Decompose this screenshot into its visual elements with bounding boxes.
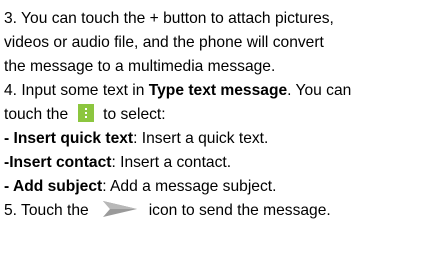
option2-label: -Insert contact — [4, 154, 112, 171]
step5-line: 5. Touch the icon to send the message. — [4, 199, 432, 223]
step3-line2: videos or audio file, and the phone will… — [4, 31, 432, 55]
option1-desc: : Insert a quick text. — [133, 130, 269, 147]
step4-line2: touch the to select: — [4, 103, 432, 127]
option-insert-contact: -Insert contact: Insert a contact. — [4, 151, 432, 175]
step5-suffix: icon to send the message. — [148, 202, 331, 219]
step4-prefix: 4. Input some text in — [4, 82, 149, 99]
step4-line2-prefix: touch the — [4, 106, 69, 123]
step3-text-3: the message to a multimedia message. — [4, 58, 276, 75]
menu-dots-icon — [78, 104, 95, 122]
send-arrow-icon — [102, 201, 137, 217]
option-insert-quick-text: - Insert quick text: Insert a quick text… — [4, 127, 432, 151]
option-add-subject: - Add subject: Add a message subject. — [4, 175, 432, 199]
manual-page: 3. You can touch the + button to attach … — [0, 0, 432, 262]
step3-line3: the message to a multimedia message. — [4, 55, 432, 79]
step5-prefix: 5. Touch the — [4, 202, 89, 219]
option1-label: - Insert quick text — [4, 130, 134, 147]
step4-bold: Type text message — [148, 82, 288, 99]
step4-line2-suffix: to select: — [103, 106, 166, 123]
step4-line1: 4. Input some text in Type text message.… — [4, 79, 432, 103]
step4-suffix: . You can — [287, 82, 352, 99]
step3-text-2: videos or audio file, and the phone will… — [4, 34, 324, 51]
step3-text-1: 3. You can touch the + button to attach … — [4, 10, 334, 27]
step3-line1: 3. You can touch the + button to attach … — [4, 7, 432, 31]
option2-desc: : Insert a contact. — [111, 154, 232, 171]
option3-label: - Add subject — [4, 178, 103, 195]
option3-desc: : Add a message subject. — [102, 178, 277, 195]
